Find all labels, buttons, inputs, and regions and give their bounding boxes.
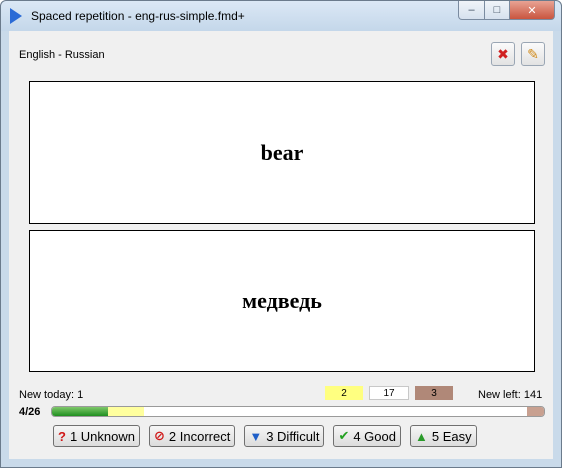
difficult-label: 3 Difficult — [266, 428, 320, 444]
good-label: 4 Good — [353, 428, 396, 444]
incorrect-label: 2 Incorrect — [168, 428, 231, 444]
card-back: медведь — [29, 230, 535, 372]
app-window: Spaced repetition - eng-rus-simple.fmd+ … — [0, 0, 562, 468]
card-back-text: медведь — [242, 288, 322, 313]
title-bar[interactable]: Spaced repetition - eng-rus-simple.fmd+ … — [1, 1, 561, 31]
checkmark-icon: ✔ — [338, 428, 350, 443]
new-left-label: New left: 141 — [478, 389, 543, 401]
delete-icon: ✖ — [497, 45, 509, 62]
prohibited-icon: ⊘ — [154, 428, 165, 443]
app-play-icon — [10, 8, 22, 24]
window-controls: – □ ✕ — [458, 1, 555, 21]
question-icon: ? — [58, 428, 66, 444]
arrow-down-icon: ▼ — [249, 428, 263, 444]
count-badge-yellow: 2 — [325, 386, 363, 400]
count-badge-white: 17 — [369, 386, 409, 400]
progress-done-segment — [52, 407, 108, 416]
good-button[interactable]: ✔ 4 Good — [333, 425, 401, 447]
easy-label: 5 Easy — [431, 428, 472, 444]
card-front-text: bear — [260, 139, 304, 165]
progress-label: 4/26 — [19, 406, 41, 418]
count-badge-brown: 3 — [415, 386, 453, 400]
new-today-label: New today: 1 — [19, 389, 84, 401]
easy-button[interactable]: ▲ 5 Easy — [410, 425, 477, 447]
answer-buttons: ? 1 Unknown ⊘ 2 Incorrect ▼ 3 Difficult … — [53, 425, 477, 447]
maximize-button[interactable]: □ — [485, 1, 510, 20]
close-button[interactable]: ✕ — [510, 1, 555, 20]
unknown-label: 1 Unknown — [69, 428, 135, 444]
minimize-button[interactable]: – — [458, 1, 485, 20]
progress-yellow-segment — [108, 407, 144, 416]
pencil-icon: ✎ — [527, 45, 539, 62]
unknown-button[interactable]: ? 1 Unknown — [53, 425, 140, 447]
delete-card-button[interactable]: ✖ — [491, 42, 515, 66]
progress-bar — [51, 406, 545, 417]
incorrect-button[interactable]: ⊘ 2 Incorrect — [149, 425, 236, 447]
arrow-up-icon: ▲ — [415, 428, 428, 444]
deck-name: English - Russian — [19, 49, 105, 61]
window-title: Spaced repetition - eng-rus-simple.fmd+ — [31, 9, 245, 23]
card-front: bear — [29, 81, 535, 224]
difficult-button[interactable]: ▼ 3 Difficult — [244, 425, 325, 447]
main-panel: English - Russian ✖ ✎ bear медведь New t… — [9, 31, 553, 459]
edit-card-button[interactable]: ✎ — [521, 42, 545, 66]
progress-brown-segment — [527, 407, 544, 416]
